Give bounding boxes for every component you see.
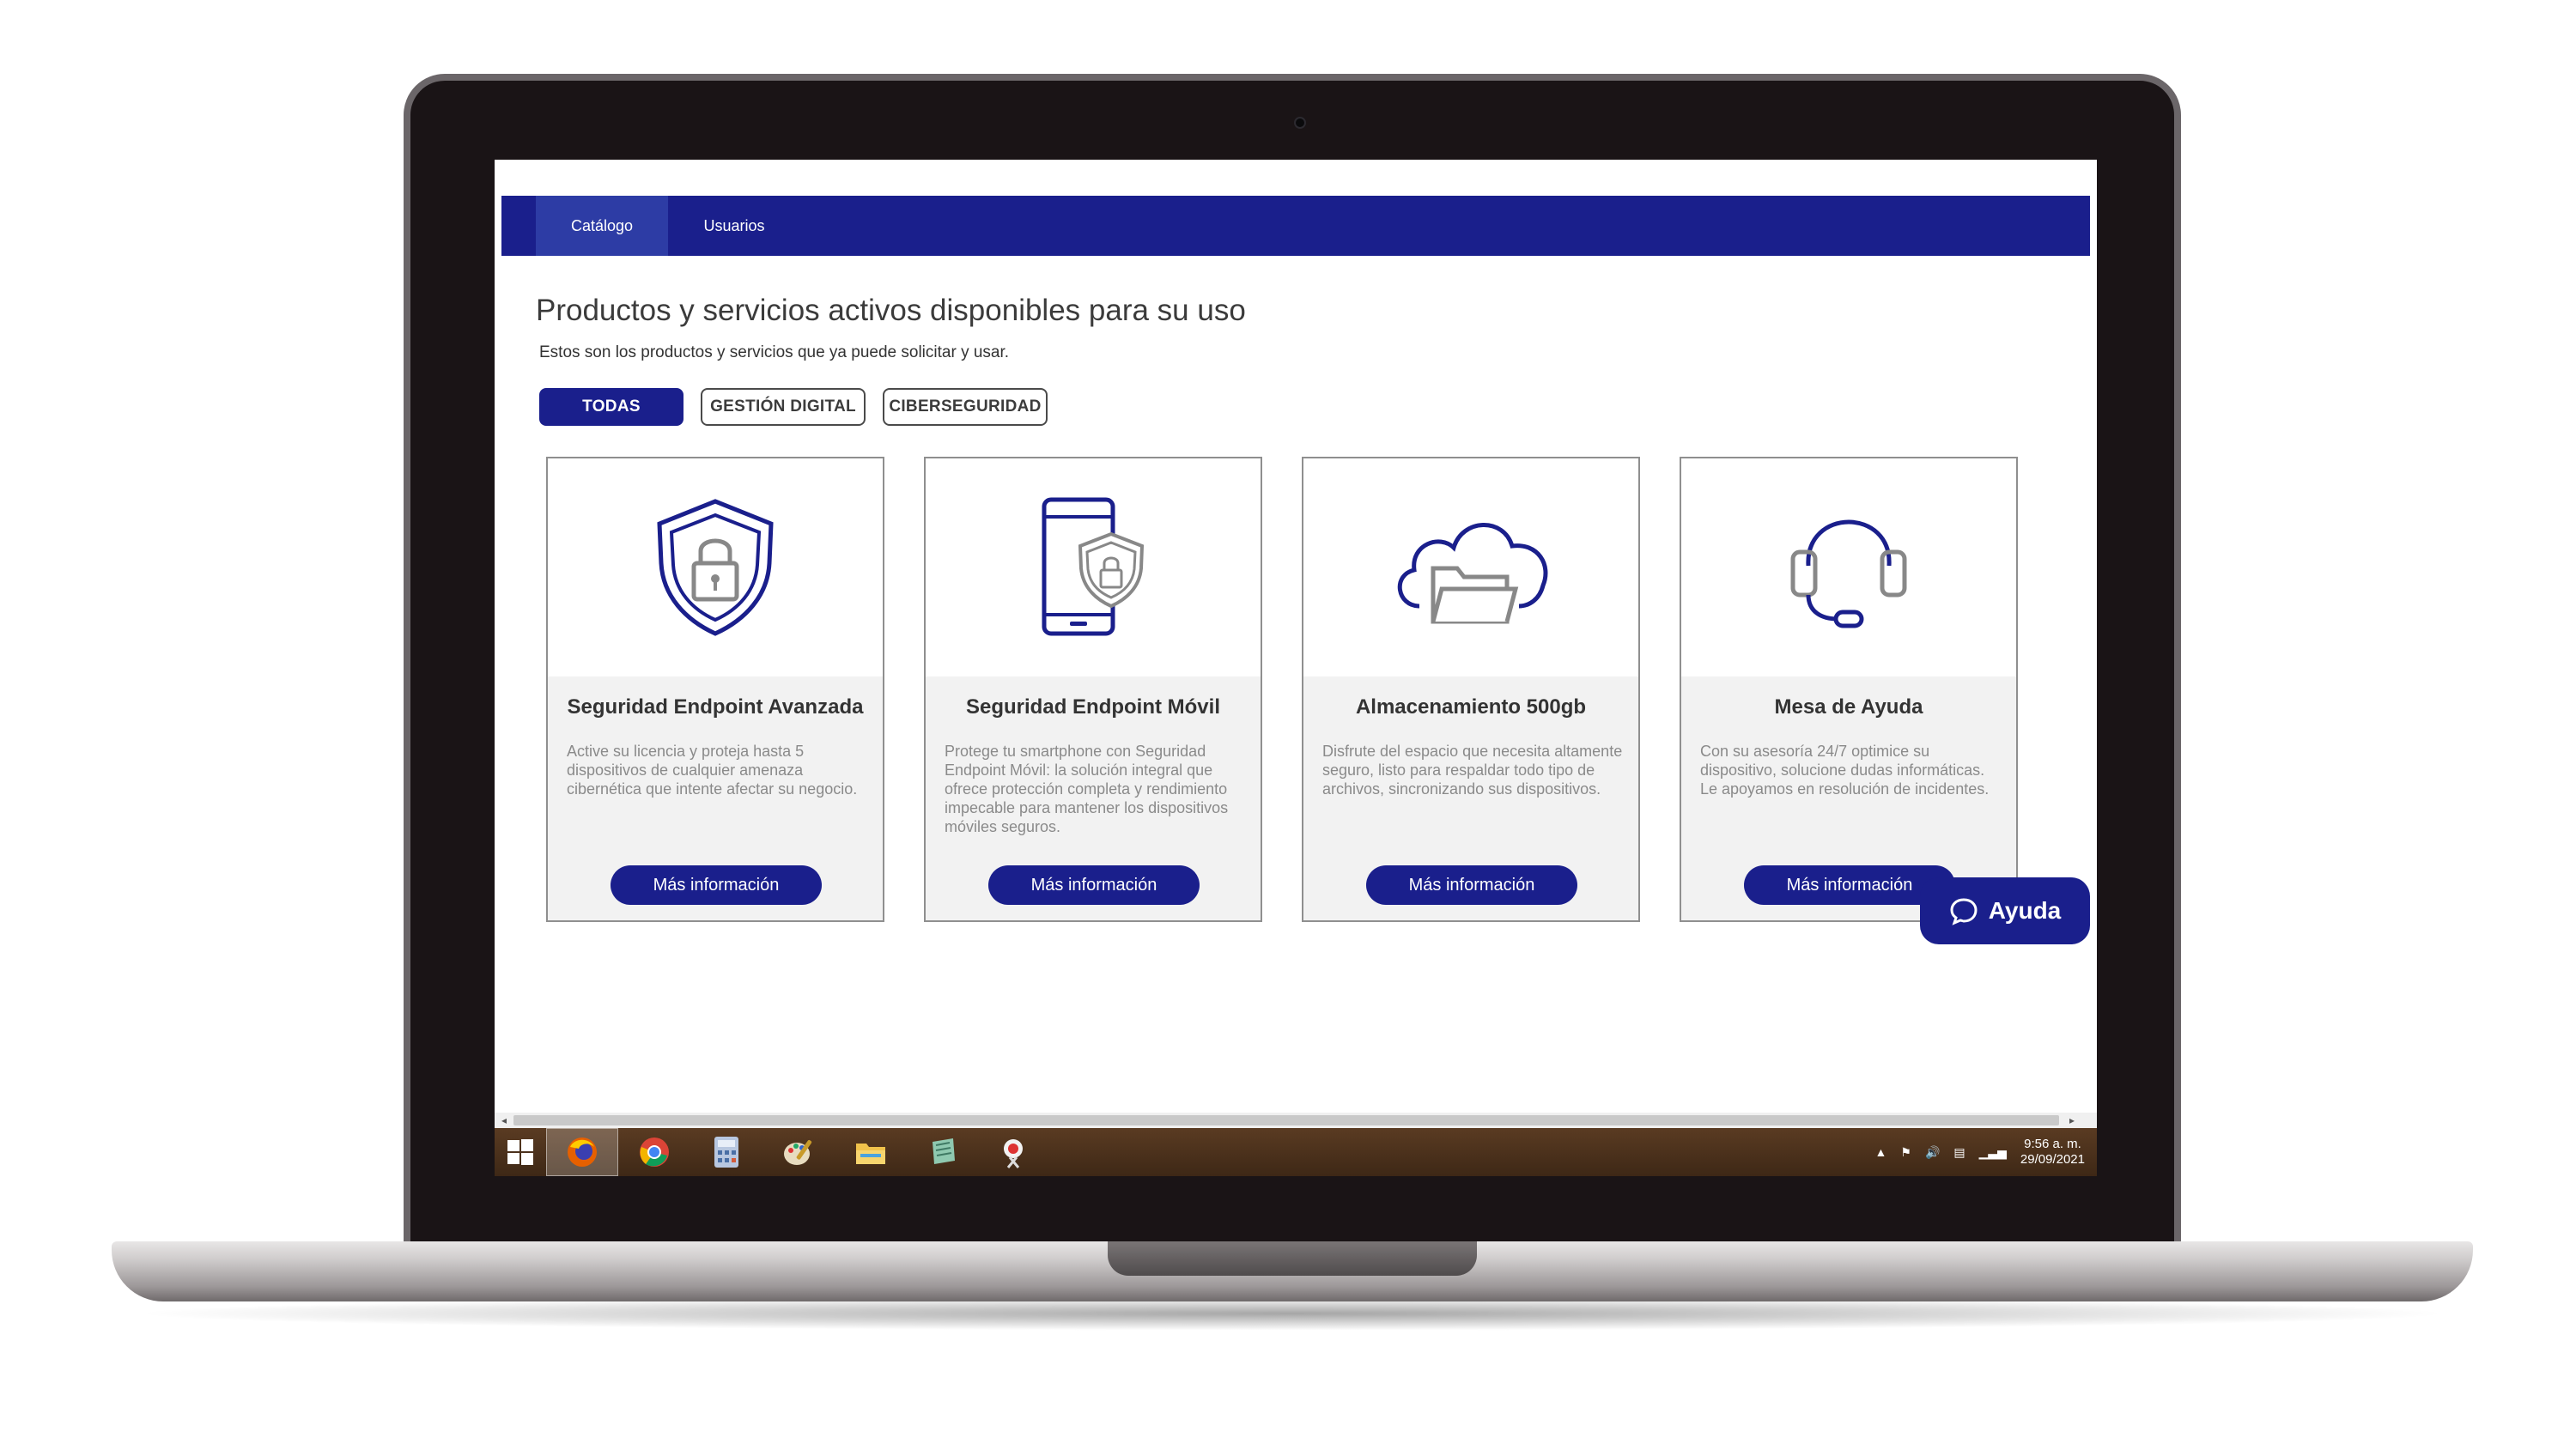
taskbar-calculator[interactable] bbox=[690, 1128, 762, 1176]
taskbar-snipping-tool[interactable] bbox=[979, 1128, 1051, 1176]
taskbar-paint[interactable] bbox=[762, 1128, 835, 1176]
page-title: Productos y servicios activos disponible… bbox=[536, 294, 1246, 327]
top-navbar: Catálogo Usuarios bbox=[501, 196, 2090, 256]
product-card: Seguridad Endpoint Móvil Protege tu smar… bbox=[924, 457, 1262, 922]
laptop-hinge-notch bbox=[1108, 1241, 1477, 1276]
webcam bbox=[1294, 117, 1306, 129]
clock-date: 29/09/2021 bbox=[2020, 1152, 2085, 1167]
page-subtitle: Estos son los productos y servicios que … bbox=[539, 343, 1010, 361]
start-button[interactable] bbox=[495, 1128, 546, 1176]
card-description: Protege tu smartphone con Seguridad Endp… bbox=[945, 743, 1229, 835]
show-hidden-icons-icon[interactable]: ▲ bbox=[1875, 1145, 1887, 1159]
card-title: Seguridad Endpoint Móvil bbox=[966, 695, 1220, 719]
tab-usuarios[interactable]: Usuarios bbox=[668, 196, 800, 256]
taskbar-firefox[interactable] bbox=[546, 1128, 618, 1176]
taskbar-clock[interactable]: 9:56 a. m. 29/09/2021 bbox=[2020, 1137, 2085, 1168]
card-title: Mesa de Ayuda bbox=[1774, 695, 1923, 719]
calculator-icon bbox=[714, 1137, 738, 1168]
card-description: Disfrute del espacio que necesita altame… bbox=[1322, 743, 1623, 798]
card-image bbox=[1303, 458, 1638, 676]
mas-informacion-button[interactable]: Más información bbox=[1366, 865, 1577, 905]
card-description: Con su asesoría 24/7 optimice su disposi… bbox=[1700, 743, 1990, 798]
laptop-screen: Catálogo Usuarios Productos y servicios … bbox=[495, 160, 2097, 1176]
file-explorer-icon bbox=[856, 1144, 885, 1164]
card-image bbox=[1681, 458, 2016, 676]
windows-taskbar: ▲ ⚑ 🔊 ▤ ▁▃▅ 9:56 a. m. 29/09/2021 bbox=[495, 1128, 2097, 1176]
card-title: Seguridad Endpoint Avanzada bbox=[567, 695, 864, 719]
help-label: Ayuda bbox=[1988, 897, 2062, 924]
taskbar-file-explorer[interactable] bbox=[835, 1128, 907, 1176]
filter-ciberseguridad[interactable]: CIBERSEGURIDAD bbox=[883, 388, 1048, 426]
paint-icon bbox=[784, 1139, 812, 1165]
system-tray: ▲ ⚑ 🔊 ▤ ▁▃▅ 9:56 a. m. 29/09/2021 bbox=[1875, 1128, 2085, 1176]
taskbar-notes[interactable] bbox=[907, 1128, 979, 1176]
tab-catalogo[interactable]: Catálogo bbox=[536, 196, 668, 256]
scroll-right-arrow-icon[interactable]: ▸ bbox=[2064, 1113, 2080, 1128]
windows-logo-icon bbox=[507, 1139, 533, 1165]
smartphone-shield-icon bbox=[1042, 497, 1145, 636]
headset-icon bbox=[1790, 519, 1907, 628]
product-card: Seguridad Endpoint Avanzada Active su li… bbox=[546, 457, 884, 922]
horizontal-scrollbar[interactable]: ◂ ▸ bbox=[495, 1113, 2097, 1128]
notes-icon bbox=[933, 1138, 955, 1164]
scrollbar-thumb[interactable] bbox=[513, 1115, 2059, 1125]
volume-icon[interactable]: 🔊 bbox=[1925, 1145, 1940, 1160]
product-card: Mesa de Ayuda Con su asesoría 24/7 optim… bbox=[1680, 457, 2018, 922]
chrome-icon bbox=[640, 1138, 669, 1167]
cloud-folder-icon bbox=[1397, 523, 1548, 624]
action-center-flag-icon[interactable]: ⚑ bbox=[1900, 1145, 1911, 1160]
shield-lock-icon bbox=[657, 499, 774, 636]
product-cards: Seguridad Endpoint Avanzada Active su li… bbox=[546, 457, 2018, 922]
card-image bbox=[548, 458, 883, 676]
card-title: Almacenamiento 500gb bbox=[1355, 695, 1587, 719]
product-card: Almacenamiento 500gb Disfrute del espaci… bbox=[1302, 457, 1640, 922]
filter-gestion-digital[interactable]: GESTIÓN DIGITAL bbox=[701, 388, 866, 426]
card-image bbox=[926, 458, 1261, 676]
category-filters: TODAS GESTIÓN DIGITAL CIBERSEGURIDAD bbox=[539, 388, 1048, 426]
help-chat-button[interactable]: Ayuda bbox=[1920, 877, 2090, 944]
network-icon[interactable]: ▤ bbox=[1953, 1145, 1965, 1160]
chat-bubble-icon bbox=[1950, 898, 1978, 925]
snipping-tool-icon bbox=[1004, 1139, 1023, 1168]
card-description: Active su licencia y proteja hasta 5 dis… bbox=[567, 743, 858, 798]
firefox-icon bbox=[568, 1138, 597, 1167]
taskbar-chrome[interactable] bbox=[618, 1128, 690, 1176]
clock-time: 9:56 a. m. bbox=[2024, 1137, 2081, 1151]
laptop-shadow bbox=[129, 1296, 2456, 1331]
mas-informacion-button[interactable]: Más información bbox=[611, 865, 822, 905]
filter-todas[interactable]: TODAS bbox=[539, 388, 683, 426]
mas-informacion-button[interactable]: Más información bbox=[988, 865, 1200, 905]
signal-icon[interactable]: ▁▃▅ bbox=[1979, 1145, 2007, 1160]
scroll-left-arrow-icon[interactable]: ◂ bbox=[496, 1113, 512, 1128]
